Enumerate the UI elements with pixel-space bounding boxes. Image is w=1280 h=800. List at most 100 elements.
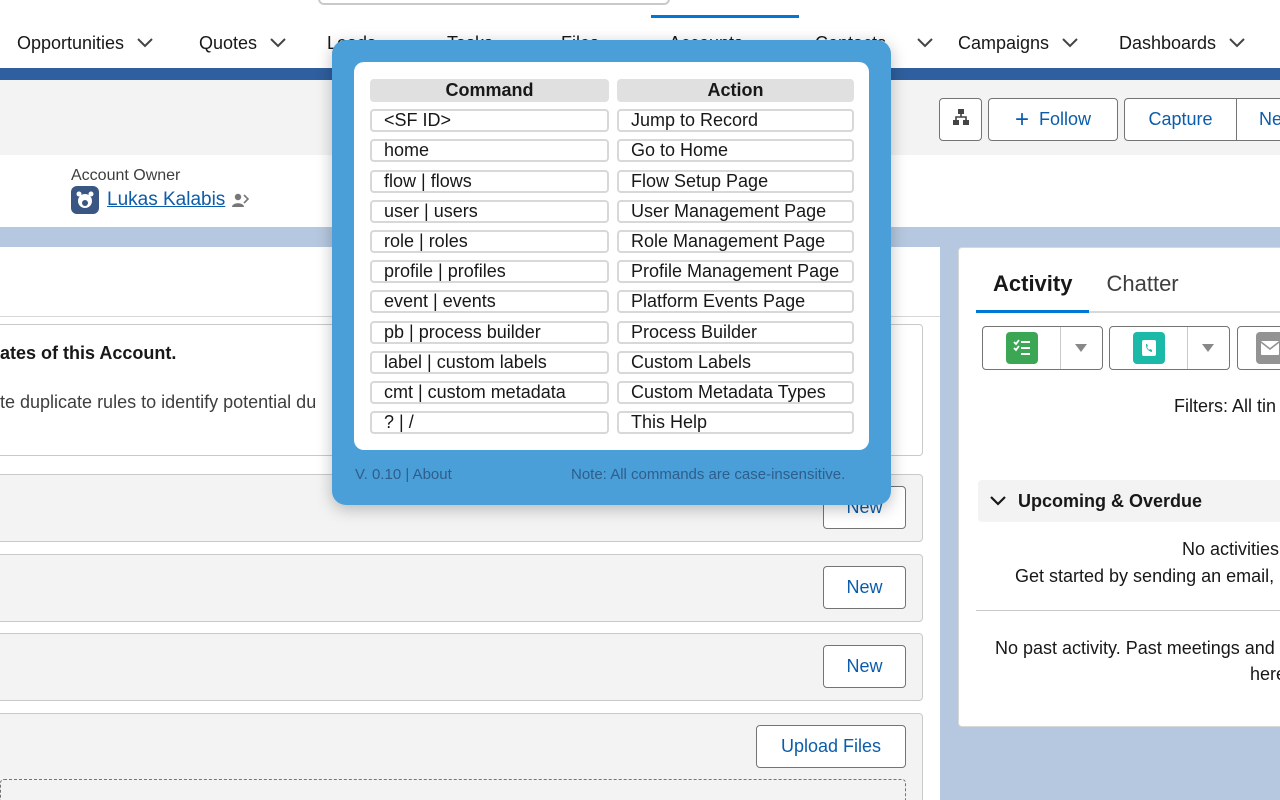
chevron-down-icon: [990, 496, 1006, 506]
nav-label: Opportunities: [17, 32, 125, 53]
new-event-main[interactable]: [1238, 327, 1280, 369]
nav-label: Quotes: [199, 32, 258, 53]
new-task-main[interactable]: [983, 327, 1061, 369]
action-cell: Platform Events Page: [617, 290, 854, 313]
capture-label: Capture: [1148, 109, 1213, 129]
duplicate-alert-title: ates of this Account.: [0, 343, 177, 363]
change-owner-icon[interactable]: [231, 191, 250, 209]
hierarchy-icon: [952, 108, 970, 131]
upcoming-label: Upcoming & Overdue: [1018, 490, 1203, 511]
nav-item-quotes[interactable]: Quotes: [199, 30, 287, 56]
command-cell: pb | process builder: [370, 321, 609, 344]
help-table-row: role | roles Role Management Page: [370, 230, 854, 253]
help-table-row: cmt | custom metadata Custom Metadata Typ…: [370, 381, 854, 404]
action-cell: Go to Home: [617, 139, 854, 162]
new-task-button[interactable]: [982, 326, 1103, 370]
new-label: New: [846, 656, 883, 676]
action-cell: This Help: [617, 411, 854, 434]
chevron-down-icon[interactable]: [136, 34, 154, 52]
command-cell: profile | profiles: [370, 260, 609, 283]
upload-label: Upload Files: [780, 736, 882, 756]
tab-activity[interactable]: Activity: [976, 268, 1090, 313]
nav-item-campaigns[interactable]: Campaigns: [958, 30, 1079, 56]
no-past-activity-text-2: here: [1250, 664, 1280, 684]
chevron-down-icon[interactable]: [1228, 34, 1246, 52]
no-past-activity-text: No past activity. Past meetings and: [995, 638, 1275, 658]
tab-chatter[interactable]: Chatter: [1089, 268, 1195, 313]
action-column-header: Action: [617, 79, 854, 102]
help-header-row: Command Action: [370, 79, 854, 102]
command-cell: cmt | custom metadata: [370, 381, 609, 404]
no-activities-text: No activities: [1182, 539, 1280, 559]
new-button[interactable]: New: [823, 566, 906, 609]
log-call-main[interactable]: [1110, 327, 1188, 369]
get-started-text: Get started by sending an email,: [1015, 566, 1275, 586]
new-label: New: [846, 577, 883, 597]
hierarchy-button[interactable]: [939, 98, 982, 141]
email-icon: [1256, 332, 1280, 364]
global-search-input[interactable]: [318, 0, 670, 5]
chevron-down-icon[interactable]: [916, 34, 934, 52]
action-cell: Custom Metadata Types: [617, 381, 854, 404]
command-cell: user | users: [370, 200, 609, 223]
command-cell: role | roles: [370, 230, 609, 253]
new-button[interactable]: New: [823, 645, 906, 688]
action-cell: Profile Management Page: [617, 260, 854, 283]
caret-down-icon[interactable]: [1061, 327, 1101, 369]
owner-label: Account Owner: [71, 167, 181, 184]
upload-files-button[interactable]: Upload Files: [756, 725, 906, 768]
plus-icon: +: [1014, 105, 1029, 133]
command-cell: <SF ID>: [370, 109, 609, 132]
nav-item-opportunities[interactable]: Opportunities: [17, 30, 154, 56]
follow-label: Follow: [1039, 109, 1092, 129]
help-table-row: pb | process builder Process Builder: [370, 321, 854, 344]
chevron-down-icon[interactable]: [1061, 34, 1079, 52]
help-table-row: profile | profiles Profile Management Pag…: [370, 260, 854, 283]
command-cell: ? | /: [370, 411, 609, 434]
help-table-row: flow | flows Flow Setup Page: [370, 170, 854, 193]
activity-filters[interactable]: Filters: All tin: [1174, 396, 1276, 417]
help-table-row: home Go to Home: [370, 139, 854, 162]
command-cell: home: [370, 139, 609, 162]
related-list-cases: [0, 633, 923, 701]
action-cell: Custom Labels: [617, 351, 854, 374]
action-cell: Role Management Page: [617, 230, 854, 253]
nav-item-dashboards[interactable]: Dashboards: [1119, 30, 1246, 56]
action-cell: Process Builder: [617, 321, 854, 344]
help-table-row: label | custom labels Custom Labels: [370, 351, 854, 374]
help-table-row: <SF ID> Jump to Record: [370, 109, 854, 132]
new-event-button[interactable]: [1237, 326, 1280, 370]
duplicate-alert-text: te duplicate rules to identify potential…: [0, 392, 317, 412]
chevron-down-icon[interactable]: [269, 34, 287, 52]
follow-button[interactable]: + Follow: [988, 98, 1118, 141]
divider: [976, 610, 1280, 611]
avatar: [71, 186, 99, 214]
capture-button[interactable]: Capture: [1124, 98, 1237, 141]
owner-row: Lukas Kalabis: [71, 186, 250, 214]
action-cell: User Management Page: [617, 200, 854, 223]
command-column-header: Command: [370, 79, 609, 102]
case-insensitive-note: Note: All commands are case-insensitive.: [571, 466, 846, 483]
help-table-row: ? | / This Help: [370, 411, 854, 434]
help-table-row: user | users User Management Page: [370, 200, 854, 223]
nav-label: Dashboards: [1119, 32, 1217, 53]
nav-label: Campaigns: [958, 32, 1050, 53]
help-table-row: event | events Platform Events Page: [370, 290, 854, 313]
command-cell: label | custom labels: [370, 351, 609, 374]
new-record-label: Ne: [1259, 109, 1280, 129]
phone-icon: [1132, 332, 1165, 364]
log-call-button[interactable]: [1109, 326, 1230, 370]
version-about-link[interactable]: V. 0.10 | About: [355, 466, 452, 483]
action-cell: Flow Setup Page: [617, 170, 854, 193]
command-cell: flow | flows: [370, 170, 609, 193]
upcoming-overdue-section[interactable]: Upcoming & Overdue: [978, 480, 1280, 522]
owner-name-link[interactable]: Lukas Kalabis: [107, 189, 225, 211]
task-icon: [1005, 332, 1038, 364]
related-list-opportunities: [0, 554, 923, 622]
file-drop-zone[interactable]: [0, 779, 906, 800]
activity-tabs: Activity Chatter: [976, 268, 1280, 313]
command-cell: event | events: [370, 290, 609, 313]
new-record-button[interactable]: Ne: [1236, 98, 1280, 141]
caret-down-icon[interactable]: [1188, 327, 1228, 369]
action-cell: Jump to Record: [617, 109, 854, 132]
